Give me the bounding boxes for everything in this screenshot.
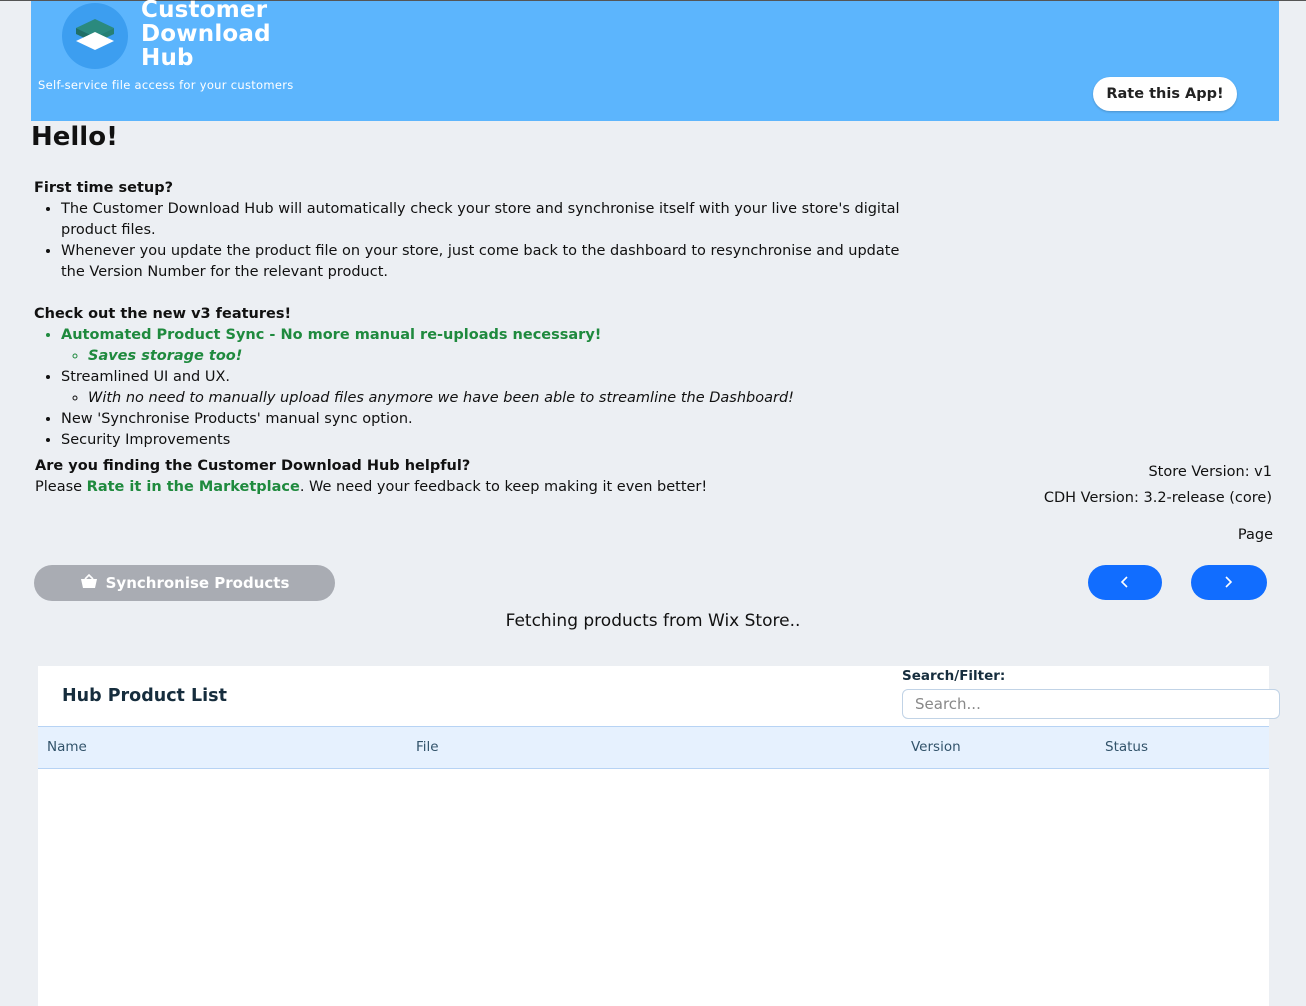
synchronise-products-button[interactable]: Synchronise Products — [34, 565, 335, 601]
page-label: Page — [1237, 527, 1273, 543]
column-header-version[interactable]: Version — [911, 739, 961, 755]
setup-item: Whenever you update the product file on … — [61, 241, 914, 283]
intro-content: First time setup? The Customer Download … — [34, 178, 914, 451]
column-header-name[interactable]: Name — [47, 739, 87, 755]
table-title: Hub Product List — [62, 686, 227, 706]
filter-label: Search/Filter: — [902, 668, 1006, 684]
table-header: Name File Version Status — [38, 726, 1269, 769]
shopping-bag-icon — [80, 574, 97, 588]
feature-item: Automated Product Sync - No more manual … — [61, 325, 914, 367]
feature-subitem: Saves storage too! — [88, 346, 914, 367]
status-message: Fetching products from Wix Store.. — [505, 611, 801, 631]
previous-page-button[interactable] — [1088, 565, 1162, 600]
feature-item: New 'Synchronise Products' manual sync o… — [61, 409, 914, 430]
chevron-right-icon — [1225, 576, 1233, 588]
app-header-banner: Customer Download Hub Self-service file … — [31, 0, 1279, 121]
setup-heading: First time setup? — [34, 180, 174, 196]
greeting-heading: Hello! — [31, 122, 118, 152]
features-list: Automated Product Sync - No more manual … — [34, 325, 914, 451]
feature-item: Streamlined UI and UX. With no need to m… — [61, 367, 914, 409]
stacked-boxes-icon — [76, 19, 114, 50]
version-info: Store Version: v1 CDH Version: 3.2-relea… — [1044, 459, 1272, 511]
feedback-text: Please Rate it in the Marketplace. We ne… — [35, 479, 708, 495]
app-tagline: Self-service file access for your custom… — [38, 78, 294, 92]
setup-item: The Customer Download Hub will automatic… — [61, 199, 914, 241]
features-heading: Check out the new v3 features! — [34, 306, 292, 322]
hub-product-table: Hub Product List Search/Filter: Name Fil… — [38, 666, 1280, 1006]
rate-app-button[interactable]: Rate this App! — [1093, 77, 1237, 111]
next-page-button[interactable] — [1191, 565, 1267, 600]
marketplace-rate-link[interactable]: Rate it in the Marketplace — [87, 479, 300, 495]
chevron-left-icon — [1120, 576, 1128, 588]
column-header-file[interactable]: File — [416, 739, 439, 755]
column-header-status[interactable]: Status — [1105, 739, 1148, 755]
feature-item: Security Improvements — [61, 430, 914, 451]
store-version: Store Version: v1 — [1148, 464, 1272, 480]
feedback-question: Are you finding the Customer Download Hu… — [35, 458, 471, 474]
app-logo — [62, 3, 128, 69]
feedback-section: Are you finding the Customer Download Hu… — [35, 456, 707, 498]
cdh-version: CDH Version: 3.2-release (core) — [1043, 490, 1272, 506]
app-brand-name: Customer Download Hub — [141, 0, 271, 71]
setup-list: The Customer Download Hub will automatic… — [34, 199, 914, 283]
feature-subitem: With no need to manually upload files an… — [88, 388, 914, 409]
search-input[interactable] — [902, 689, 1280, 719]
